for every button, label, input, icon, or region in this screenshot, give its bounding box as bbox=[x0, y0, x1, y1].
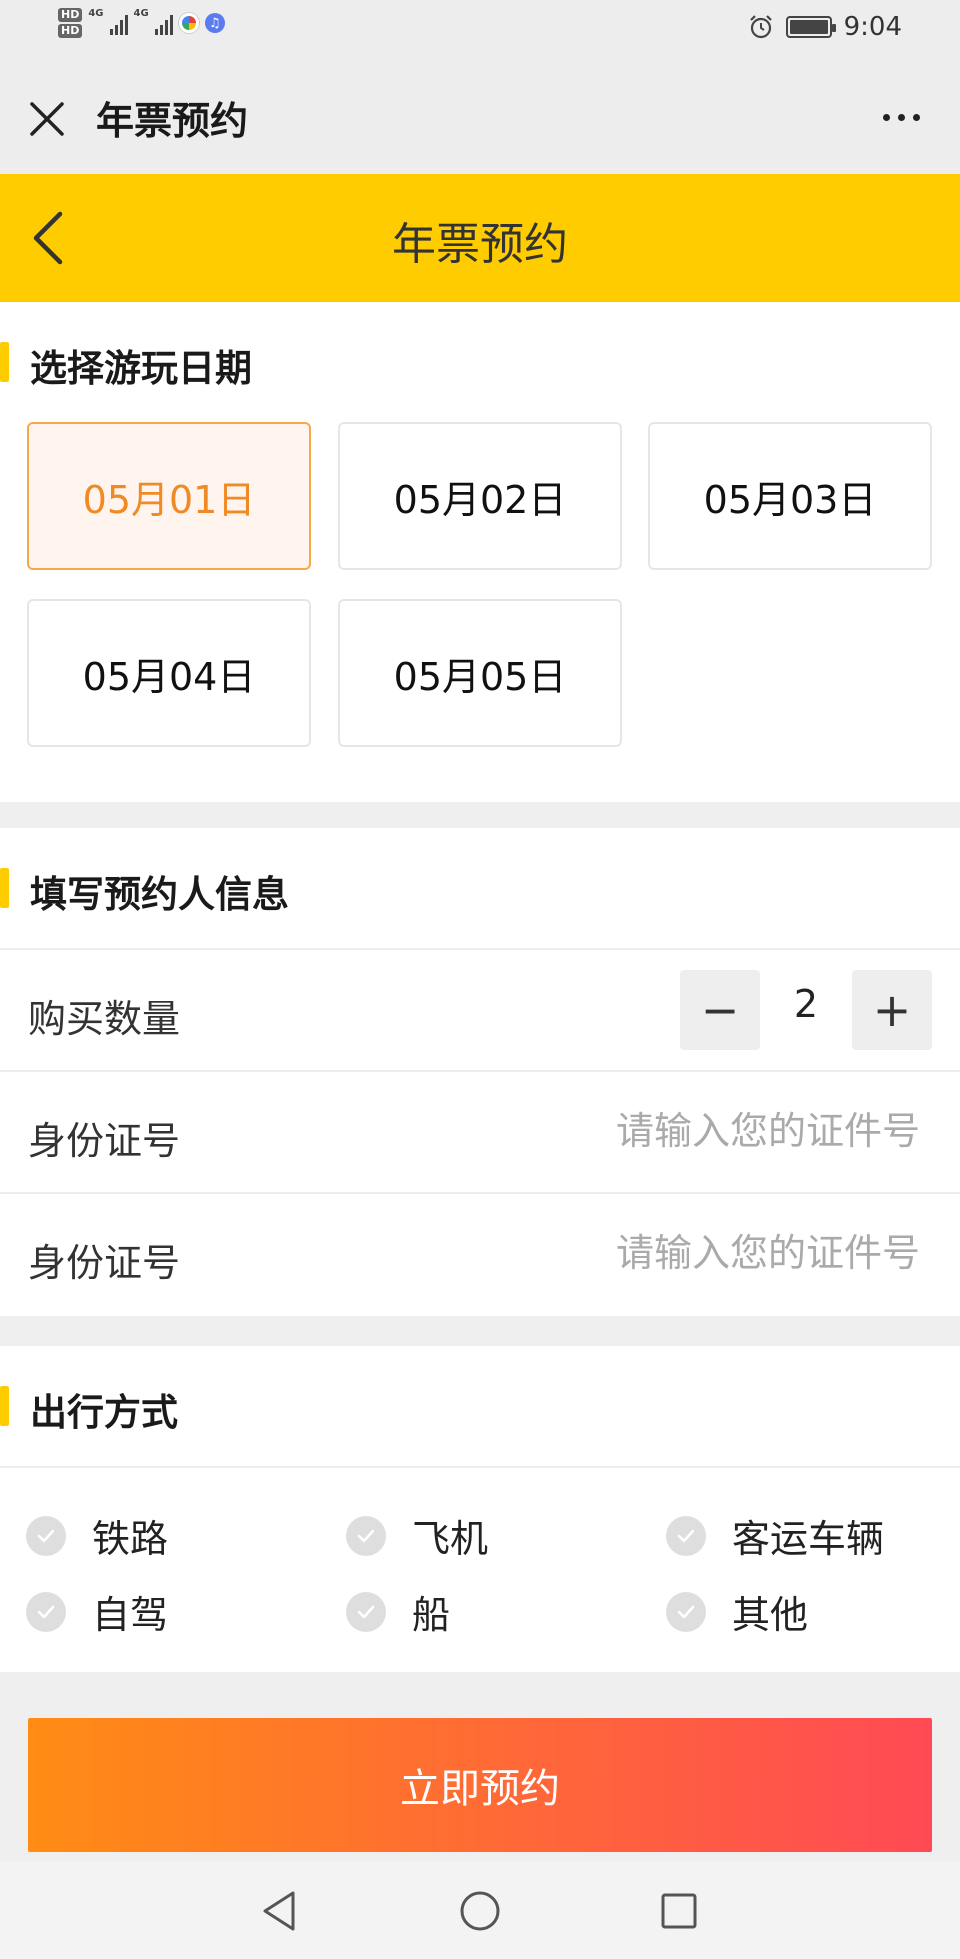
network-type-2: 4G bbox=[133, 8, 149, 19]
webview-title: 年票预约 bbox=[96, 99, 249, 143]
section-accent-bar bbox=[0, 342, 9, 382]
hd-icon: HD HD bbox=[58, 8, 83, 38]
date-option[interactable]: 05月01日 bbox=[27, 422, 311, 570]
page-header: 年票预约 bbox=[0, 174, 960, 302]
transport-option[interactable]: 船 bbox=[346, 1584, 450, 1639]
transport-option[interactable]: 其他 bbox=[666, 1584, 808, 1639]
transport-option[interactable]: 自驾 bbox=[26, 1584, 168, 1639]
transport-option[interactable]: 飞机 bbox=[346, 1508, 488, 1563]
reserve-now-button[interactable]: 立即预约 bbox=[28, 1718, 932, 1852]
quantity-minus-button[interactable]: − bbox=[680, 970, 760, 1050]
page-title: 年票预约 bbox=[392, 219, 568, 270]
transport-section-title: 出行方式 bbox=[30, 1391, 178, 1434]
quantity-row: 购买数量 − 2 + bbox=[0, 950, 960, 1070]
transport-section: 出行方式 铁路 飞机 客运车辆 自驾 船 其他 bbox=[0, 1346, 960, 1672]
check-circle-icon bbox=[666, 1591, 706, 1632]
webview-title-bar: 年票预约 bbox=[0, 62, 960, 174]
close-icon[interactable] bbox=[26, 98, 68, 140]
transport-section-header: 出行方式 bbox=[0, 1346, 960, 1466]
date-option[interactable]: 05月05日 bbox=[338, 599, 622, 747]
transport-option-label: 船 bbox=[412, 1593, 451, 1637]
recents-square-icon[interactable] bbox=[652, 1884, 706, 1938]
more-icon[interactable] bbox=[883, 114, 920, 121]
date-section-title: 选择游玩日期 bbox=[30, 347, 252, 390]
status-time: 9:04 bbox=[843, 12, 902, 42]
system-nav-bar bbox=[0, 1862, 960, 1959]
check-circle-icon bbox=[26, 1591, 66, 1632]
network-type-1: 4G bbox=[88, 8, 104, 19]
battery-icon bbox=[785, 16, 836, 38]
status-bar: HD HD 4G 4G ♫ 9:04 bbox=[0, 0, 960, 62]
quantity-value: 2 bbox=[793, 982, 819, 1026]
booker-section-header: 填写预约人信息 bbox=[0, 828, 960, 948]
transport-option[interactable]: 铁路 bbox=[26, 1508, 168, 1563]
id-label: 身份证号 bbox=[28, 1119, 181, 1163]
back-triangle-icon[interactable] bbox=[252, 1884, 306, 1938]
quantity-label: 购买数量 bbox=[28, 997, 181, 1041]
transport-option-label: 铁路 bbox=[92, 1517, 169, 1561]
id-row: 身份证号 bbox=[0, 1072, 960, 1192]
date-section-header: 选择游玩日期 bbox=[0, 302, 960, 422]
check-circle-icon bbox=[666, 1515, 706, 1556]
transport-option[interactable]: 客运车辆 bbox=[666, 1508, 884, 1563]
divider bbox=[0, 1466, 960, 1468]
app-icon bbox=[178, 13, 199, 33]
booker-section: 填写预约人信息 购买数量 − 2 + 身份证号 身份证号 bbox=[0, 828, 960, 1316]
date-option[interactable]: 05月04日 bbox=[27, 599, 311, 747]
id-row: 身份证号 bbox=[0, 1194, 960, 1314]
id-label: 身份证号 bbox=[28, 1241, 181, 1285]
transport-option-label: 客运车辆 bbox=[732, 1517, 885, 1561]
section-accent-bar bbox=[0, 1386, 9, 1426]
home-circle-icon[interactable] bbox=[453, 1884, 507, 1938]
signal-icon-2 bbox=[154, 11, 173, 35]
id-number-input[interactable] bbox=[500, 1098, 920, 1164]
booker-section-title: 填写预约人信息 bbox=[30, 873, 289, 916]
signal-icon bbox=[109, 11, 128, 35]
date-option[interactable]: 05月02日 bbox=[338, 422, 622, 570]
transport-option-label: 其他 bbox=[732, 1593, 809, 1637]
transport-option-label: 自驾 bbox=[92, 1593, 169, 1637]
quantity-plus-button[interactable]: + bbox=[852, 970, 932, 1050]
section-accent-bar bbox=[0, 868, 9, 908]
check-circle-icon bbox=[346, 1515, 386, 1556]
music-app-icon: ♫ bbox=[204, 13, 225, 33]
date-option[interactable]: 05月03日 bbox=[648, 422, 932, 570]
status-right: 9:04 bbox=[748, 12, 902, 42]
status-left: HD HD 4G 4G ♫ bbox=[58, 8, 225, 38]
check-circle-icon bbox=[346, 1591, 386, 1632]
id-number-input[interactable] bbox=[500, 1220, 920, 1286]
hd-badge-1: HD bbox=[58, 8, 83, 22]
app-screen: HD HD 4G 4G ♫ 9:04 年票预约 年票预约 选择游玩日期 05月0… bbox=[0, 0, 960, 1959]
alarm-icon bbox=[749, 15, 772, 39]
date-section: 选择游玩日期 05月01日 05月02日 05月03日 05月04日 05月05… bbox=[0, 302, 960, 802]
hd-badge-2: HD bbox=[58, 24, 83, 38]
transport-option-label: 飞机 bbox=[412, 1517, 489, 1561]
check-circle-icon bbox=[26, 1515, 66, 1556]
